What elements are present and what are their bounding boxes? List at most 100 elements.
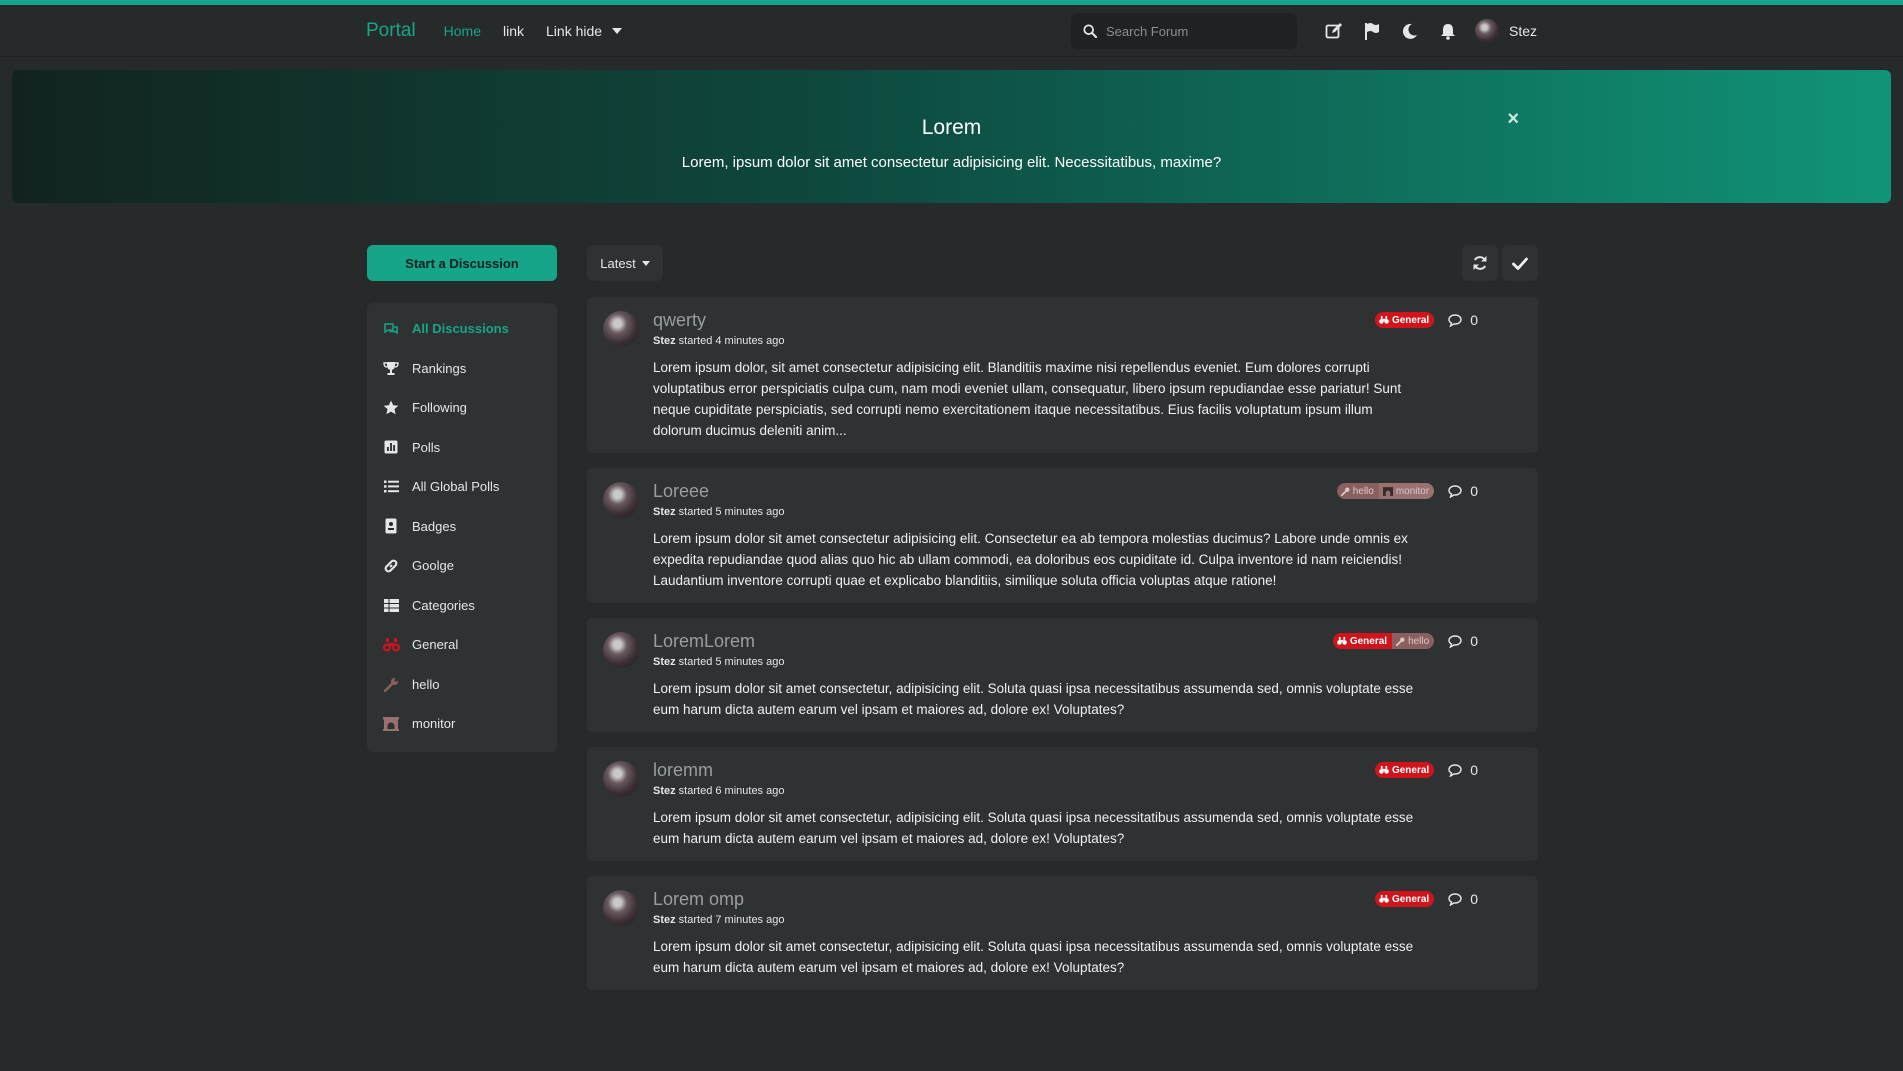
avatar[interactable] <box>603 482 639 518</box>
compose-icon[interactable] <box>1324 21 1344 41</box>
reply-count: 0 <box>1448 762 1478 778</box>
avatar[interactable] <box>603 890 639 926</box>
list-icon <box>382 478 400 496</box>
flag-icon[interactable] <box>1362 21 1382 41</box>
poll-icon <box>382 438 400 456</box>
sidebar-item-goolge[interactable]: Goolge <box>367 546 557 586</box>
hero-text: Lorem, ipsum dolor sit amet consectetur … <box>681 154 1222 171</box>
sidebar-item-label: All Discussions <box>412 321 509 337</box>
discussion-badges: hello monitor 0 <box>1336 483 1478 499</box>
discussion-title[interactable]: loremm <box>653 760 1418 781</box>
user-menu[interactable]: Stez <box>1474 19 1537 43</box>
author-name: Stez <box>653 656 676 668</box>
mark-all-read-button[interactable] <box>1502 245 1538 281</box>
refresh-button[interactable] <box>1462 245 1498 281</box>
discussion-excerpt: Lorem ipsum dolor, sit amet consectetur … <box>653 360 1402 438</box>
discussion-meta: Stez started 5 minutes ago <box>653 656 1418 668</box>
avatar[interactable] <box>603 632 639 668</box>
tag-group: General hello <box>1332 633 1435 649</box>
sidebar-item-label: General <box>412 637 459 653</box>
discussion-excerpt: Lorem ipsum dolor sit amet consectetur, … <box>653 681 1414 717</box>
chevron-down-icon <box>612 28 623 34</box>
tag-hello[interactable]: hello <box>1336 483 1379 499</box>
sidebar-item-label: Goolge <box>412 558 454 574</box>
wrench-icon <box>382 675 400 693</box>
discussion-card[interactable]: qwerty Stez started 4 minutes ago Lorem … <box>587 297 1538 453</box>
sidebar-item-hello[interactable]: hello <box>367 665 557 705</box>
nav-link-hide-dropdown[interactable]: Link hide <box>546 23 623 39</box>
close-icon[interactable]: × <box>1507 108 1519 131</box>
start-discussion-button[interactable]: Start a Discussion <box>367 245 557 281</box>
sidebar-item-label: Categories <box>412 597 475 613</box>
started-time: started 4 minutes ago <box>675 335 785 347</box>
tag-label: monitor <box>1395 485 1430 497</box>
tag-general[interactable]: General <box>1374 312 1435 328</box>
comment-icon <box>1448 313 1462 327</box>
moon-icon[interactable] <box>1400 21 1420 41</box>
tag-general[interactable]: General <box>1374 891 1435 907</box>
sort-dropdown[interactable]: Latest <box>587 245 663 281</box>
nav-link[interactable]: link <box>503 23 524 39</box>
avatar <box>1474 19 1499 43</box>
search-placeholder: Search Forum <box>1105 23 1189 39</box>
started-time: started 6 minutes ago <box>675 785 785 797</box>
discussion-title[interactable]: Loreee <box>653 481 1418 502</box>
started-time: started 7 minutes ago <box>675 914 785 926</box>
tag-hello[interactable]: hello <box>1392 633 1435 649</box>
top-header: Portal Home link Link hide Search Forum … <box>0 5 1903 57</box>
archway-icon <box>1382 486 1393 496</box>
avatar[interactable] <box>603 761 639 797</box>
reply-count-value: 0 <box>1470 483 1478 499</box>
tag-group: General <box>1374 312 1435 328</box>
search-input[interactable]: Search Forum <box>1070 13 1297 49</box>
tag-monitor[interactable]: monitor <box>1378 483 1435 499</box>
sidebar-item-rankings[interactable]: Rankings <box>367 349 557 389</box>
sidebar-item-all-global-polls[interactable]: All Global Polls <box>367 467 557 507</box>
discussion-toolbar: Latest <box>587 245 1538 281</box>
sidebar-item-all-discussions[interactable]: All Discussions <box>367 309 557 349</box>
tag-label: General <box>1349 635 1388 647</box>
reply-count: 0 <box>1448 312 1478 328</box>
sidebar-item-badges[interactable]: Badges <box>367 507 557 547</box>
comment-icon <box>1448 763 1462 777</box>
discussion-badges: General 0 <box>1374 312 1478 328</box>
tag-label: General <box>1391 893 1430 905</box>
reply-count: 0 <box>1448 483 1478 499</box>
sidebar-item-polls[interactable]: Polls <box>367 428 557 468</box>
discussion-card[interactable]: Loreee Stez started 5 minutes ago Lorem … <box>587 468 1538 603</box>
sidebar-item-following[interactable]: Following <box>367 388 557 428</box>
sort-label: Latest <box>600 255 636 271</box>
brand-logo[interactable]: Portal <box>366 20 416 42</box>
discussion-badges: General 0 <box>1374 891 1478 907</box>
sidebar-item-label: Polls <box>412 439 441 455</box>
discussion-meta: Stez started 4 minutes ago <box>653 335 1418 347</box>
tag-label: hello <box>1408 635 1430 647</box>
sidebar-item-label: Rankings <box>412 360 467 376</box>
grid-icon <box>382 596 400 614</box>
sidebar-item-categories[interactable]: Categories <box>367 586 557 626</box>
reply-count-value: 0 <box>1470 891 1478 907</box>
discussion-card[interactable]: loremm Stez started 6 minutes ago Lorem … <box>587 747 1538 861</box>
sidebar-item-general[interactable]: General <box>367 625 557 665</box>
wrench-icon <box>1396 637 1405 646</box>
discussion-title[interactable]: qwerty <box>653 310 1418 331</box>
tag-general[interactable]: General <box>1332 633 1393 649</box>
sidebar-item-monitor[interactable]: monitor <box>367 704 557 744</box>
nav-home[interactable]: Home <box>444 23 481 39</box>
comment-icon <box>1448 634 1462 648</box>
discussion-list: qwerty Stez started 4 minutes ago Lorem … <box>587 297 1538 1005</box>
sidebar-item-label: All Global Polls <box>412 479 500 495</box>
discussion-card[interactable]: Lorem omp Stez started 7 minutes ago Lor… <box>587 876 1538 990</box>
sidebar-item-label: Following <box>412 400 467 416</box>
avatar[interactable] <box>603 311 639 347</box>
tag-general[interactable]: General <box>1374 762 1435 778</box>
discussion-title[interactable]: LoremLorem <box>653 631 1418 652</box>
sidebar-nav: All Discussions Rankings Following Polls… <box>367 303 557 752</box>
discussion-title[interactable]: Lorem omp <box>653 889 1418 910</box>
author-name: Stez <box>653 785 676 797</box>
discussion-card[interactable]: LoremLorem Stez started 5 minutes ago Lo… <box>587 618 1538 732</box>
binoculars-icon <box>1379 316 1389 324</box>
bell-icon[interactable] <box>1438 21 1458 41</box>
refresh-icon <box>1473 256 1487 270</box>
nav-link-hide-label: Link hide <box>546 23 603 39</box>
